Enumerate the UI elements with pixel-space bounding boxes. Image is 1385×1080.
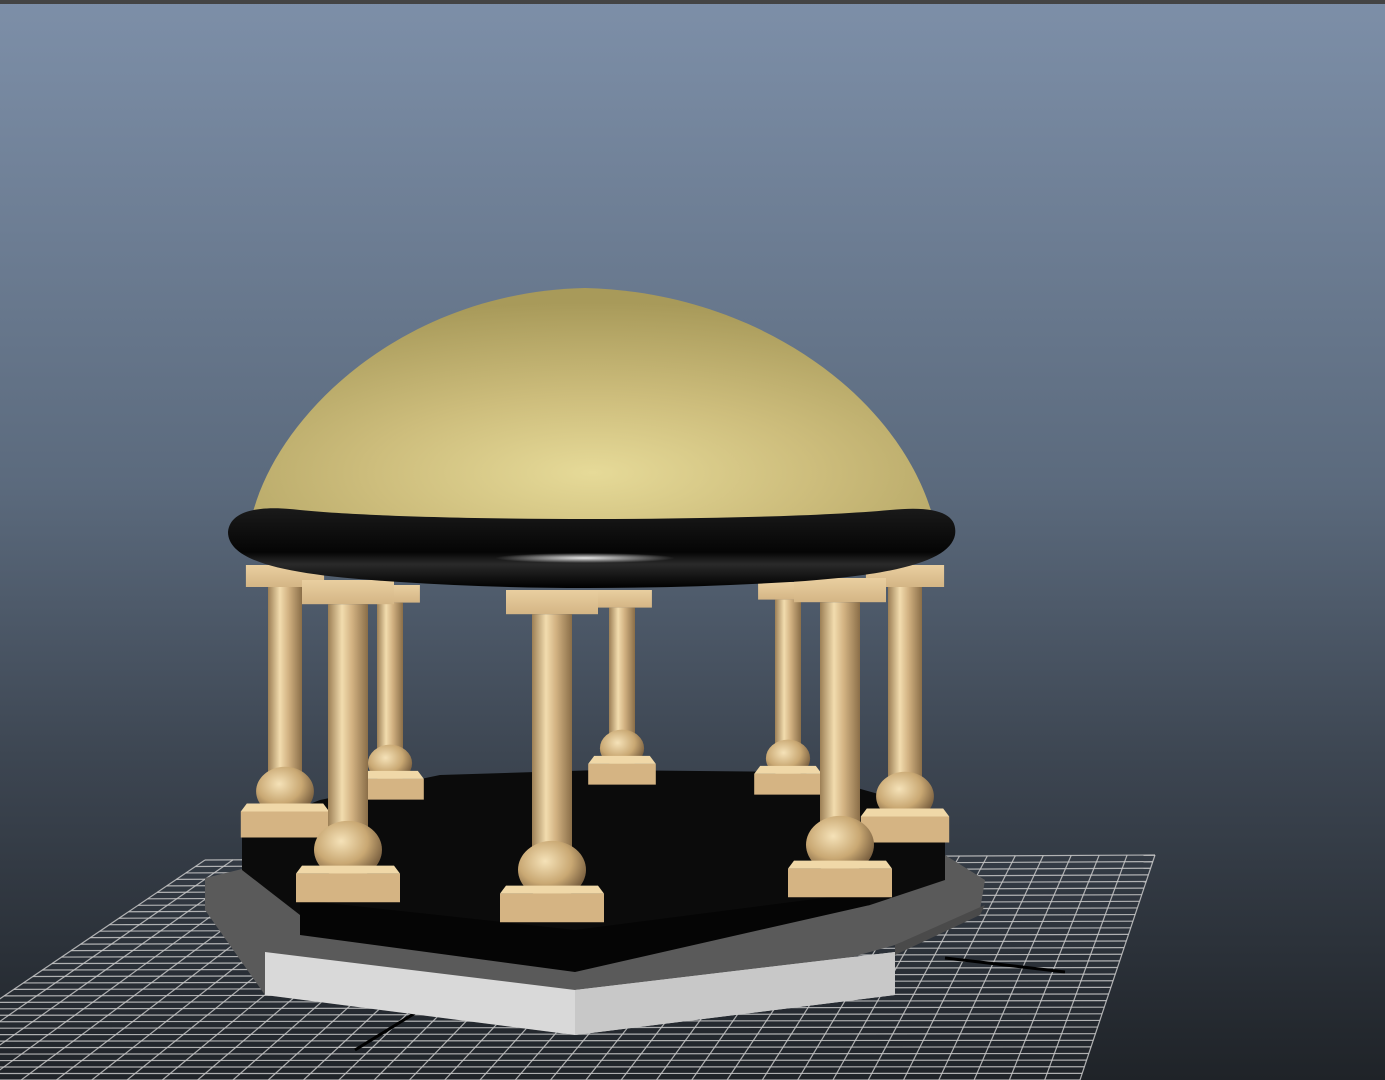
dome-shell [250,288,935,525]
grid-line [0,1046,1092,1049]
column-plinth [754,773,822,795]
column [240,565,330,838]
grid-line [0,1039,1094,1042]
column [754,582,822,795]
column-plinth [788,868,892,898]
ring-band [228,508,956,588]
column-capital [592,590,652,608]
column-capital [506,590,598,615]
grid-line [0,1052,1089,1055]
column-plinth-top [296,865,400,874]
dome-ring[interactable] [228,508,956,588]
column-plinth-top [860,808,950,817]
column-plinth-top [588,755,656,764]
column-plinth [500,893,604,923]
column-plinth [588,763,656,785]
3d-viewport[interactable] [0,0,1385,1080]
column-shaft [532,614,572,880]
column-plinth [240,811,330,838]
gazebo-dome[interactable] [250,288,935,525]
column-plinth-top [754,765,822,774]
grid-line [0,1033,1096,1036]
column-capital [794,578,886,603]
column-plinth-top [788,860,892,869]
column-plinth [296,873,400,903]
scene-canvas[interactable] [0,0,1385,1080]
ring-specular-highlight [495,553,675,563]
column-plinth-top [500,885,604,894]
column [588,590,656,785]
column-plinth [860,816,950,843]
grid-axis-line [944,956,1066,974]
column-capital [302,580,394,605]
column-plinth-top [240,803,330,812]
